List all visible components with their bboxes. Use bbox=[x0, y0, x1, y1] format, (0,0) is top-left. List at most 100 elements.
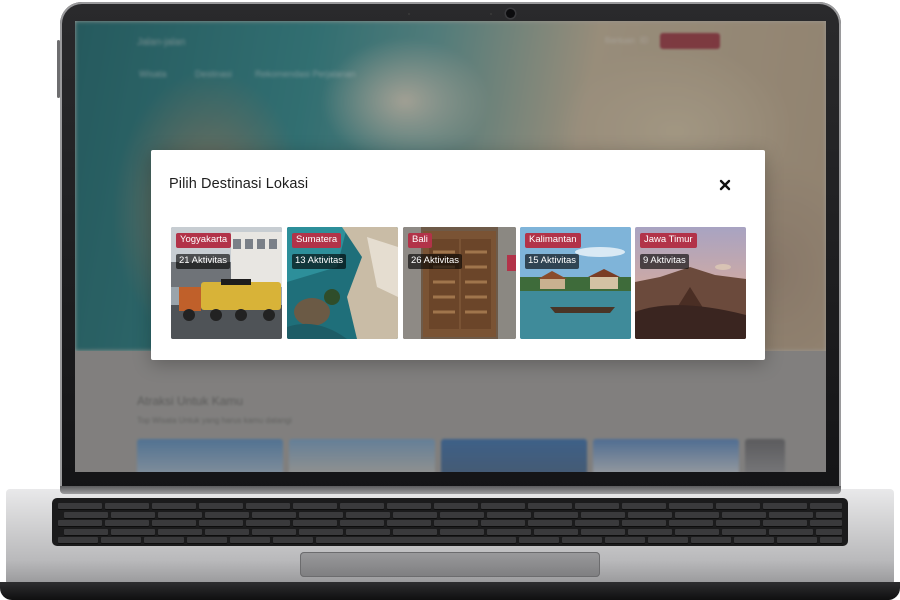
keyboard-key bbox=[769, 511, 813, 518]
laptop-bottom-edge bbox=[0, 582, 900, 600]
activity-count-badge: 15 Aktivitas bbox=[525, 254, 580, 269]
keyboard-key bbox=[105, 520, 149, 527]
keyboard-key bbox=[487, 511, 531, 518]
keyboard-key bbox=[722, 528, 766, 535]
activity-count-badge: 26 Aktivitas bbox=[408, 254, 463, 269]
keyboard-key bbox=[716, 503, 760, 509]
keyboard-key bbox=[675, 511, 719, 518]
keyboard-key bbox=[58, 537, 98, 544]
keyboard-key bbox=[105, 503, 149, 509]
keyboard-key bbox=[387, 503, 431, 509]
laptop-hinge bbox=[60, 486, 841, 494]
activity-count-badge: 13 Aktivitas bbox=[292, 254, 347, 269]
destination-name-badge: Jawa Timur bbox=[640, 233, 697, 248]
keyboard-key bbox=[434, 520, 478, 527]
keyboard-key bbox=[340, 520, 384, 527]
keyboard-key bbox=[393, 511, 437, 518]
keyboard-key bbox=[575, 503, 619, 509]
keyboard-key bbox=[628, 511, 672, 518]
trackpad[interactable] bbox=[300, 552, 600, 577]
keyboard-key bbox=[575, 520, 619, 527]
keyboard-key bbox=[273, 537, 313, 544]
keyboard-key bbox=[152, 520, 196, 527]
keyboard-key bbox=[816, 511, 842, 518]
keyboard-key bbox=[293, 520, 337, 527]
keyboard-key bbox=[64, 528, 108, 535]
keyboard-key bbox=[528, 503, 572, 509]
keyboard-key bbox=[205, 528, 249, 535]
keyboard-key bbox=[158, 511, 202, 518]
modal-title: Pilih Destinasi Lokasi bbox=[169, 176, 309, 192]
keyboard-key bbox=[628, 528, 672, 535]
keyboard-key bbox=[293, 503, 337, 509]
keyboard-key bbox=[346, 528, 390, 535]
keyboard-key bbox=[622, 520, 666, 527]
keyboard-key bbox=[299, 528, 343, 535]
destination-card-kalimantan[interactable]: Kalimantan 15 Aktivitas bbox=[520, 227, 631, 339]
keyboard-key bbox=[58, 503, 102, 509]
keyboard-key bbox=[64, 511, 108, 518]
keyboard-key bbox=[252, 511, 296, 518]
destination-card-bali[interactable]: Bali 26 Aktivitas bbox=[403, 227, 516, 339]
keyboard-key bbox=[487, 528, 531, 535]
destination-name-badge: Bali bbox=[408, 233, 432, 248]
keyboard-key bbox=[158, 528, 202, 535]
destination-card-yogyakarta[interactable]: Yogyakarta 21 Aktivitas bbox=[171, 227, 282, 339]
keyboard-key bbox=[581, 511, 625, 518]
keyboard-key bbox=[605, 537, 645, 544]
destination-name-badge: Kalimantan bbox=[525, 233, 581, 248]
keyboard-key bbox=[230, 537, 270, 544]
keyboard-key bbox=[777, 537, 817, 544]
keyboard-key bbox=[440, 528, 484, 535]
close-icon bbox=[719, 179, 731, 191]
keyboard-key bbox=[669, 503, 713, 509]
destination-card-sumatera[interactable]: Sumatera 13 Aktivitas bbox=[287, 227, 398, 339]
keyboard-key bbox=[534, 528, 578, 535]
keyboard-key bbox=[734, 537, 774, 544]
keyboard-key bbox=[716, 520, 760, 527]
keyboard-key bbox=[562, 537, 602, 544]
activity-count-badge: 9 Aktivitas bbox=[640, 254, 689, 269]
activity-count-badge: 21 Aktivitas bbox=[176, 254, 231, 269]
keyboard-key bbox=[820, 537, 842, 544]
laptop-screen: Jalan-jalan Wisata Destinasi Rekomendasi… bbox=[75, 21, 826, 472]
keyboard-key bbox=[816, 528, 842, 535]
destination-card-jawa-timur[interactable]: Jawa Timur 9 Aktivitas bbox=[635, 227, 746, 339]
destination-modal: Pilih Destinasi Lokasi Yogyakarta 21 Akt… bbox=[151, 150, 765, 360]
keyboard-key bbox=[691, 537, 731, 544]
keyboard bbox=[52, 498, 848, 546]
keyboard-key bbox=[810, 520, 842, 527]
keyboard-key bbox=[481, 503, 525, 509]
keyboard-key bbox=[252, 528, 296, 535]
keyboard-key bbox=[246, 520, 290, 527]
close-button[interactable] bbox=[716, 176, 734, 194]
keyboard-key bbox=[763, 503, 807, 509]
keyboard-key bbox=[246, 503, 290, 509]
keyboard-key bbox=[111, 528, 155, 535]
keyboard-key bbox=[187, 537, 227, 544]
keyboard-key bbox=[299, 511, 343, 518]
keyboard-key bbox=[144, 537, 184, 544]
keyboard-key bbox=[722, 511, 766, 518]
keyboard-key bbox=[199, 503, 243, 509]
webcam-icon bbox=[506, 9, 515, 18]
keyboard-key bbox=[622, 503, 666, 509]
keyboard-key bbox=[387, 520, 431, 527]
keyboard-key bbox=[769, 528, 813, 535]
keyboard-key bbox=[111, 511, 155, 518]
keyboard-key bbox=[393, 528, 437, 535]
keyboard-key bbox=[763, 520, 807, 527]
keyboard-key bbox=[58, 520, 102, 527]
keyboard-key bbox=[205, 511, 249, 518]
sensor-dot bbox=[408, 13, 410, 15]
keyboard-key bbox=[581, 528, 625, 535]
keyboard-key bbox=[481, 520, 525, 527]
keyboard-key bbox=[519, 537, 559, 544]
destination-name-badge: Sumatera bbox=[292, 233, 342, 248]
keyboard-key bbox=[810, 503, 842, 509]
keyboard-key bbox=[199, 520, 243, 527]
keyboard-key bbox=[675, 528, 719, 535]
keyboard-key bbox=[528, 520, 572, 527]
keyboard-key bbox=[648, 537, 688, 544]
keyboard-key bbox=[440, 511, 484, 518]
